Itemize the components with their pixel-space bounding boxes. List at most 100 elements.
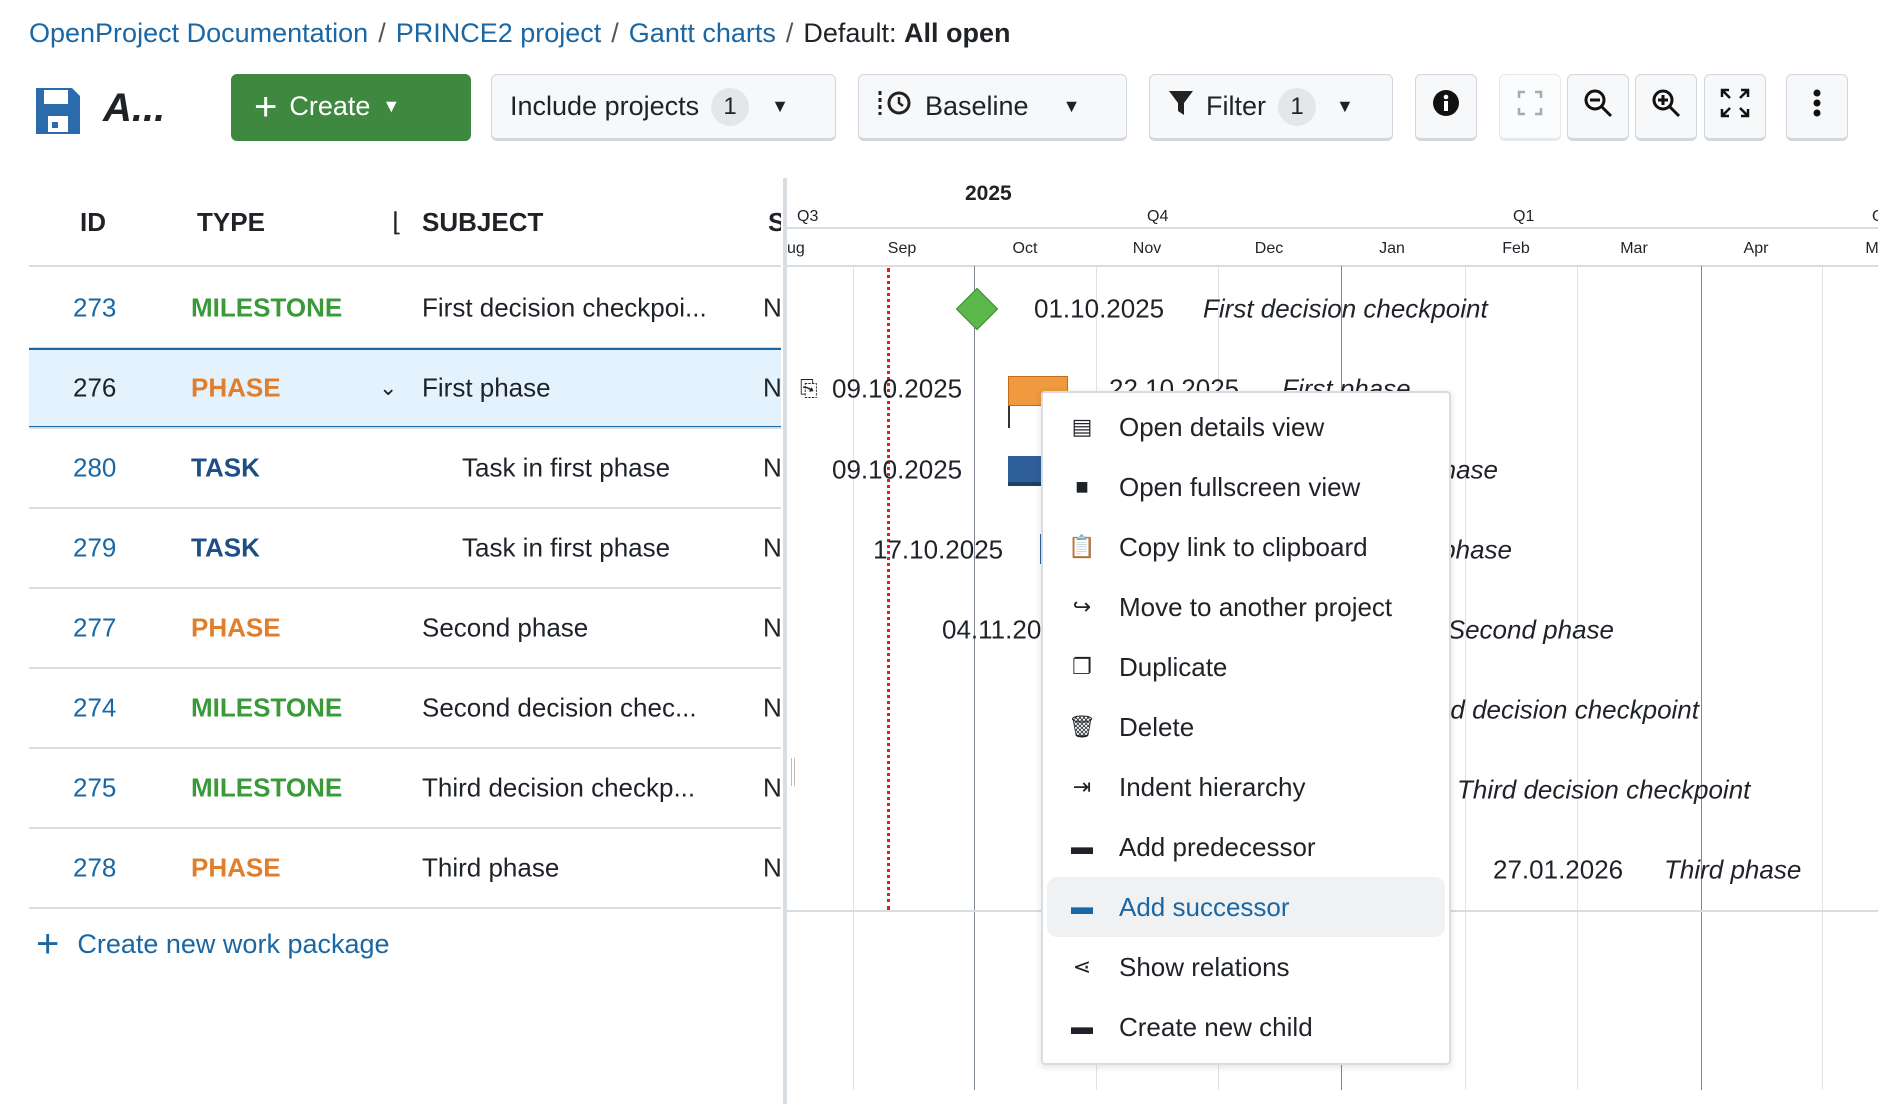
menu-item-indent-hierarchy[interactable]: ⇥Indent hierarchy — [1047, 757, 1445, 817]
month-label: Nov — [1133, 240, 1161, 258]
table-row[interactable]: 273 MILESTONE First decision checkpoi...… — [29, 268, 781, 348]
separator: / — [378, 18, 386, 48]
quarter-label: Q4 — [1147, 208, 1168, 226]
column-header-status[interactable]: S — [768, 207, 781, 238]
work-package-subject[interactable]: Second phase — [422, 613, 588, 644]
date-label: 09.10.2025 — [832, 374, 962, 405]
table-row[interactable]: 276 PHASE ⌄ First phase N — [29, 348, 781, 428]
create-new-work-package[interactable]: +Create new work package — [36, 924, 390, 964]
caret-down-icon: ▼ — [771, 96, 789, 117]
work-package-subject[interactable]: First phase — [422, 373, 551, 404]
subject-label: First decision checkpoint — [1203, 294, 1488, 325]
work-package-id[interactable]: 274 — [73, 693, 116, 724]
baseline-icon — [877, 88, 913, 125]
column-header-id[interactable]: ID — [80, 207, 106, 238]
menu-item-move-to-another-project[interactable]: ↪Move to another project — [1047, 577, 1445, 637]
work-package-id[interactable]: 278 — [73, 853, 116, 884]
month-label: Mar — [1620, 240, 1648, 258]
hierarchy-icon[interactable]: ⌊ — [392, 207, 402, 238]
month-label: Apr — [1744, 240, 1769, 258]
divider — [29, 907, 781, 909]
create-label: Create — [289, 91, 370, 122]
menu-item-create-new-child[interactable]: ▬Create new child — [1047, 997, 1445, 1057]
details-button[interactable] — [1415, 74, 1477, 141]
year-label: 2025 — [965, 182, 1012, 206]
zoom-out-button[interactable] — [1567, 74, 1629, 141]
chevron-down-icon[interactable]: ⌄ — [379, 375, 397, 401]
scheduling-mode-icon: ⎘ — [800, 376, 818, 402]
column-header-subject[interactable]: SUBJECT — [422, 207, 543, 238]
work-package-subject[interactable]: Third decision checkp... — [422, 773, 695, 804]
menu-item-copy-link-to-clipboard[interactable]: 📋Copy link to clipboard — [1047, 517, 1445, 577]
work-package-id[interactable]: 277 — [73, 613, 116, 644]
table-row[interactable]: 275 MILESTONE Third decision checkp... N — [29, 748, 781, 828]
work-package-subject[interactable]: Second decision chec... — [422, 693, 697, 724]
column-header-type[interactable]: TYPE — [197, 207, 265, 238]
breadcrumb-openproject-docs[interactable]: OpenProject Documentation — [29, 18, 368, 48]
table-row[interactable]: 278 PHASE Third phase N — [29, 828, 781, 908]
zoom-in-button[interactable] — [1635, 74, 1697, 141]
grid-line — [974, 266, 975, 1090]
divider — [787, 265, 1878, 267]
date-label: 27.01.2026 — [1493, 855, 1623, 886]
more-button[interactable] — [1786, 74, 1848, 141]
menu-item-show-relations[interactable]: ⋖Show relations — [1047, 937, 1445, 997]
menu-item-open-details-view[interactable]: ▤Open details view — [1047, 397, 1445, 457]
save-icon[interactable] — [34, 86, 82, 141]
include-projects-button[interactable]: Include projects1▼ — [491, 74, 836, 141]
work-package-subject[interactable]: First decision checkpoi... — [422, 293, 707, 324]
date-label: 17.10.2025 — [873, 535, 1003, 566]
work-package-id[interactable]: 280 — [73, 453, 116, 484]
work-package-status: N — [763, 533, 782, 564]
create-button[interactable]: +Create▼ — [231, 74, 471, 141]
breadcrumb: OpenProject Documentation / PRINCE2 projec… — [29, 18, 1010, 49]
work-package-status: N — [763, 773, 782, 804]
today-line — [887, 268, 890, 910]
grid-line — [1822, 266, 1823, 1090]
baseline-button[interactable]: Baseline▼ — [858, 74, 1127, 141]
plus-icon: + — [36, 924, 59, 964]
grid-line — [1577, 266, 1578, 1090]
resize-handle[interactable] — [791, 758, 795, 786]
menu-item-label: Show relations — [1119, 952, 1290, 983]
work-package-id[interactable]: 276 — [73, 373, 116, 404]
work-package-subject[interactable]: Task in first phase — [462, 533, 670, 564]
trash-icon: 🗑 — [1067, 714, 1097, 740]
menu-item-add-successor[interactable]: ▬Add successor — [1047, 877, 1445, 937]
breadcrumb-gantt[interactable]: Gantt charts — [629, 18, 776, 48]
menu-item-add-predecessor[interactable]: ▬Add predecessor — [1047, 817, 1445, 877]
zoom-auto-button[interactable] — [1499, 74, 1561, 141]
add-predecessor-icon: ▬ — [1067, 834, 1097, 860]
view-title[interactable]: A... — [103, 86, 165, 131]
menu-item-open-fullscreen-view[interactable]: ■Open fullscreen view — [1047, 457, 1445, 517]
work-package-type: MILESTONE — [191, 693, 342, 724]
fullscreen-button[interactable] — [1704, 74, 1766, 141]
separator: / — [611, 18, 619, 48]
milestone-diamond[interactable] — [956, 288, 998, 330]
menu-item-delete[interactable]: 🗑 Delete — [1047, 697, 1445, 757]
work-package-id[interactable]: 279 — [73, 533, 116, 564]
work-package-type: MILESTONE — [191, 293, 342, 324]
table-row[interactable]: 274 MILESTONE Second decision chec... N — [29, 668, 781, 748]
work-package-id[interactable]: 275 — [73, 773, 116, 804]
menu-item-label: Open details view — [1119, 412, 1324, 443]
breadcrumb-prince2[interactable]: PRINCE2 project — [396, 18, 602, 48]
table-row[interactable]: 280 TASK Task in first phase N — [29, 428, 781, 508]
menu-item-label: Delete — [1119, 712, 1194, 743]
grid-line — [1465, 266, 1466, 1090]
work-package-type: TASK — [191, 453, 260, 484]
month-label: Dec — [1255, 240, 1283, 258]
zoom-in-icon — [1651, 88, 1681, 125]
work-package-subject[interactable]: Task in first phase — [462, 453, 670, 484]
work-package-id[interactable]: 273 — [73, 293, 116, 324]
month-label: Oct — [1013, 240, 1038, 258]
work-package-subject[interactable]: Third phase — [422, 853, 559, 884]
quarter-label: Q — [1872, 208, 1878, 226]
date-label: 04.11.20 — [942, 615, 1041, 646]
month-label: Sep — [888, 240, 916, 258]
expand-icon — [1720, 88, 1750, 125]
menu-item-duplicate[interactable]: ❐Duplicate — [1047, 637, 1445, 697]
table-row[interactable]: 277 PHASE Second phase N — [29, 588, 781, 668]
filter-button[interactable]: Filter1▼ — [1149, 74, 1393, 141]
table-row[interactable]: 279 TASK Task in first phase N — [29, 508, 781, 588]
